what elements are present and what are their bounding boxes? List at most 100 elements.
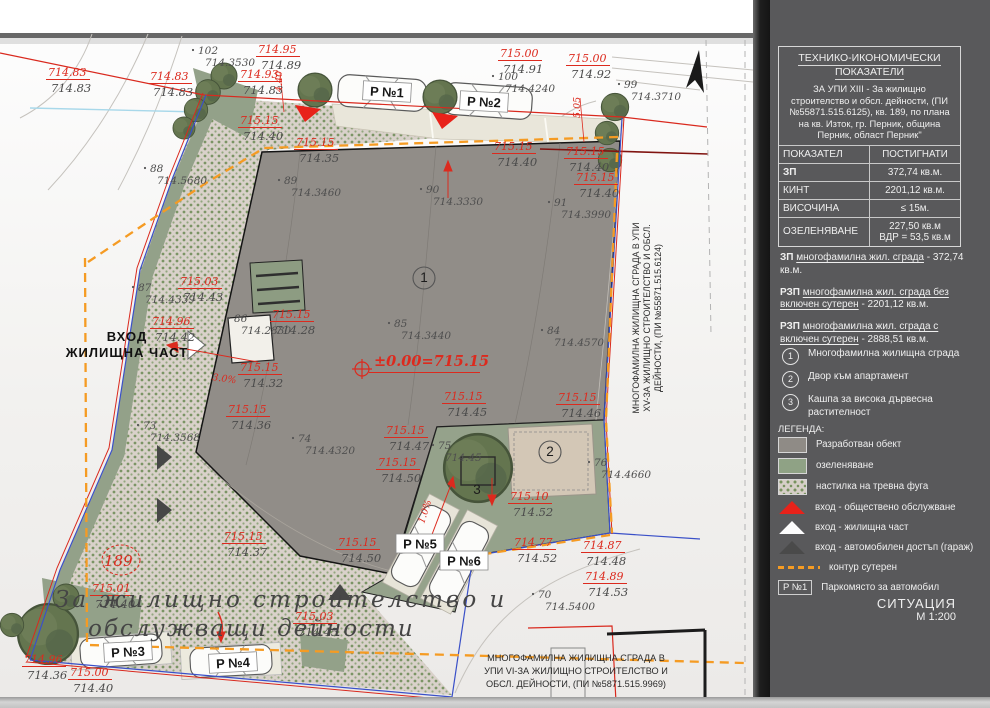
svg-text:715.15: 715.15 — [228, 403, 267, 416]
svg-text:P №1: P №1 — [370, 84, 405, 101]
elevation-label: 715.15 714.36 — [226, 403, 271, 432]
elevation-label: 714.77 714.52 — [512, 536, 557, 565]
legend-item: вход - жилищна част — [778, 520, 984, 535]
elevation-label: 715.15714.32 — [238, 361, 283, 390]
svg-text:714.5400: 714.5400 — [545, 601, 595, 613]
svg-text:714.3710: 714.3710 — [631, 91, 681, 103]
svg-text:714.4570: 714.4570 — [554, 337, 604, 349]
svg-text:714.3990: 714.3990 — [561, 209, 611, 221]
elevation-label: 714.83 714.83 — [46, 66, 91, 95]
svg-text:714.4660: 714.4660 — [601, 469, 651, 481]
parking-spot-badge: P №2 — [460, 91, 509, 112]
dimension-label: 5.05 — [572, 97, 583, 118]
svg-text:714.53: 714.53 — [588, 585, 628, 599]
note-rzp-1: РЗП многофамилна жил. сграда без включен… — [780, 287, 978, 313]
legend: Разработван обект озеленяване настилка н… — [778, 437, 984, 600]
svg-text:714.92: 714.92 — [571, 67, 611, 81]
callout-number: 3 — [782, 394, 799, 411]
svg-text:1: 1 — [420, 270, 428, 285]
site-plan-drawing: 714.95714.89715.00714.91715.00714.92714.… — [0, 0, 753, 708]
elevation-label: 715.00714.92 — [566, 52, 611, 81]
elevation-label: 714.87 714.48 — [581, 539, 626, 568]
svg-text:714.83: 714.83 — [150, 70, 189, 83]
svg-text:89: 89 — [284, 175, 298, 187]
garage-entrance-icon — [778, 541, 806, 554]
legend-item: Разработван обект — [778, 437, 984, 453]
svg-text:714.96: 714.96 — [152, 315, 191, 328]
area-notes: ЗП многофамилна жил. сграда - 372,74 кв.… — [780, 252, 978, 356]
note-zp: ЗП многофамилна жил. сграда - 372,74 кв.… — [780, 252, 978, 278]
callout-number: 1 — [782, 348, 799, 365]
table-row: ЗП 372,74 кв.м. — [779, 163, 960, 181]
parcel-designation-text: За жилищно строителство и — [55, 587, 507, 613]
svg-text:2: 2 — [546, 444, 554, 459]
svg-text:714.5680: 714.5680 — [157, 175, 207, 187]
svg-text:75: 75 — [438, 440, 452, 452]
svg-text:90: 90 — [426, 184, 440, 196]
svg-text:МНОГОФАМИЛНА ЖИЛИЩНА СГРАДА В: МНОГОФАМИЛНА ЖИЛИЩНА СГРАДА В УПИ — [631, 223, 641, 414]
svg-text:714.4240: 714.4240 — [505, 83, 555, 95]
table-row: КИНТ 2201,12 кв.м. — [779, 181, 960, 199]
developed-object-swatch — [778, 437, 807, 453]
callout-label: Кашпа за висока дървесна растителност — [808, 394, 980, 419]
callout-label: Многофамилна жилищна сграда — [808, 348, 959, 361]
svg-text:ДЕЙНОСТИ, (ПИ №55871.515.6124): ДЕЙНОСТИ, (ПИ №55871.515.6124) — [652, 244, 663, 392]
scanned-site-plan-sheet: 714.95714.89715.00714.91715.00714.92714.… — [0, 0, 990, 708]
legend-title: ЛЕГЕНДА: — [778, 424, 824, 435]
callout-number: 2 — [782, 371, 799, 388]
legend-item: озеленяване — [778, 458, 984, 474]
svg-text:P №5: P №5 — [403, 537, 437, 552]
svg-text:76: 76 — [594, 457, 608, 469]
svg-text:714.96: 714.96 — [24, 653, 63, 666]
legend-item: контур сутерен — [778, 560, 984, 575]
svg-text:715.03: 715.03 — [180, 275, 219, 288]
callout-label: Двор към апартамент — [808, 371, 909, 384]
svg-text:715.15: 715.15 — [558, 391, 597, 404]
public-entrance-icon — [778, 501, 806, 514]
svg-text:715.15: 715.15 — [494, 140, 533, 153]
elevation-label: 714.89714.53 — [583, 570, 628, 599]
svg-text:714.77: 714.77 — [514, 536, 553, 549]
sheet-edge-shadow — [753, 0, 770, 708]
svg-text:714.48: 714.48 — [586, 554, 626, 568]
svg-text:714.4320: 714.4320 — [305, 445, 355, 457]
svg-text:714.4339: 714.4339 — [145, 294, 195, 306]
caption-scale: М 1:200 — [877, 611, 956, 623]
svg-text:714.83: 714.83 — [51, 81, 91, 95]
bike-rack-area — [250, 260, 305, 313]
dimension-label: 4.40 — [274, 71, 285, 93]
callout-item: 2 Двор към апартамент — [782, 371, 980, 388]
svg-text:714.83: 714.83 — [48, 66, 87, 79]
svg-text:714.83: 714.83 — [153, 85, 193, 99]
svg-text:P №4: P №4 — [216, 655, 251, 672]
svg-text:714.42: 714.42 — [155, 330, 195, 344]
elevation-label: 715.15714.40 — [574, 171, 619, 200]
indicators-table: ТЕХНИКО-ИКОНОМИЧЕСКИ ПОКАЗАТЕЛИ ЗА УПИ X… — [778, 46, 961, 247]
elevation-label: 715.15714.45 — [442, 390, 487, 419]
svg-text:714.95: 714.95 — [258, 43, 297, 56]
svg-text:714.46: 714.46 — [561, 406, 601, 420]
legend-item: настилка на тревна фуга — [778, 479, 984, 495]
grass-paving-swatch — [778, 479, 807, 495]
parking-badge-sample: P №1 — [778, 580, 812, 595]
legend-item: вход - автомобилен достъп (гараж) — [778, 540, 984, 555]
svg-text:P №3: P №3 — [111, 644, 146, 661]
legend-item: P №1 Паркомясто за автомобил — [778, 580, 984, 595]
elevation-label: 715.15714.37 — [222, 530, 268, 559]
parking-spot-badge: P №6 — [440, 551, 488, 570]
legend-item: вход - обществено обслужване — [778, 500, 984, 515]
svg-text:714.36: 714.36 — [231, 418, 271, 432]
datum-label: ±0.00=715.15 — [374, 353, 489, 370]
elevation-label: 714.96 714.42 — [150, 315, 195, 344]
greenery-swatch — [778, 458, 807, 474]
svg-text:714.87: 714.87 — [583, 539, 622, 552]
svg-text:85: 85 — [394, 318, 408, 330]
svg-text:70: 70 — [538, 589, 552, 601]
svg-text:714.52: 714.52 — [517, 551, 557, 565]
elevation-label: 715.00714.40 — [68, 666, 113, 695]
note-rzp-2: РЗП многофамилна жил. сграда с включен с… — [780, 321, 978, 347]
residential-entrance-label: ЖИЛИЩНА ЧАСТ — [65, 345, 188, 360]
table-row: ВИСОЧИНА ≤ 15м. — [779, 199, 960, 217]
svg-text:715.15: 715.15 — [444, 390, 483, 403]
svg-text:714.32: 714.32 — [243, 376, 283, 390]
